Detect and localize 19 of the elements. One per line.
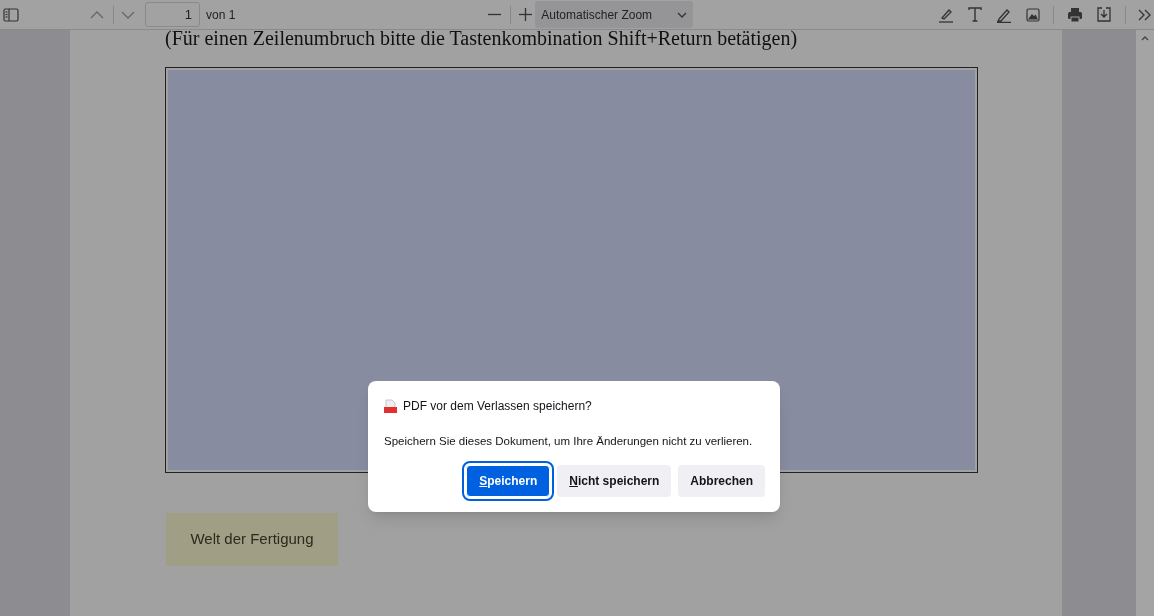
zoom-in-icon[interactable] [519,8,533,21]
image-icon[interactable] [1026,7,1041,22]
zoom-select[interactable]: Automatischer Zoom [535,1,694,28]
scrollbar[interactable] [1136,30,1154,616]
dialog-button[interactable]: Nicht speichern [557,465,672,498]
sidebar-toggle-icon[interactable] [3,7,19,22]
chevron-down-icon [677,11,688,18]
double-chevron-right-icon[interactable] [1138,8,1153,21]
page-number-field[interactable]: 1 [145,2,200,27]
print-icon[interactable] [1067,6,1084,23]
dialog-title: PDF vor dem Verlassen speichern? [403,398,592,415]
form-button[interactable]: Welt der Fertigung [166,513,338,566]
dialog-message: Speichern Sie dieses Dokument, um Ihre Änderungen nicht zu verlieren. [384,434,754,449]
dialog-button[interactable]: Abbrechen [678,465,765,498]
pdf-file-icon [384,399,397,413]
download-icon[interactable] [1096,7,1113,22]
text-icon[interactable] [968,7,983,22]
page-count: von 1 [206,6,236,24]
scroll-up-icon[interactable] [1141,36,1149,41]
